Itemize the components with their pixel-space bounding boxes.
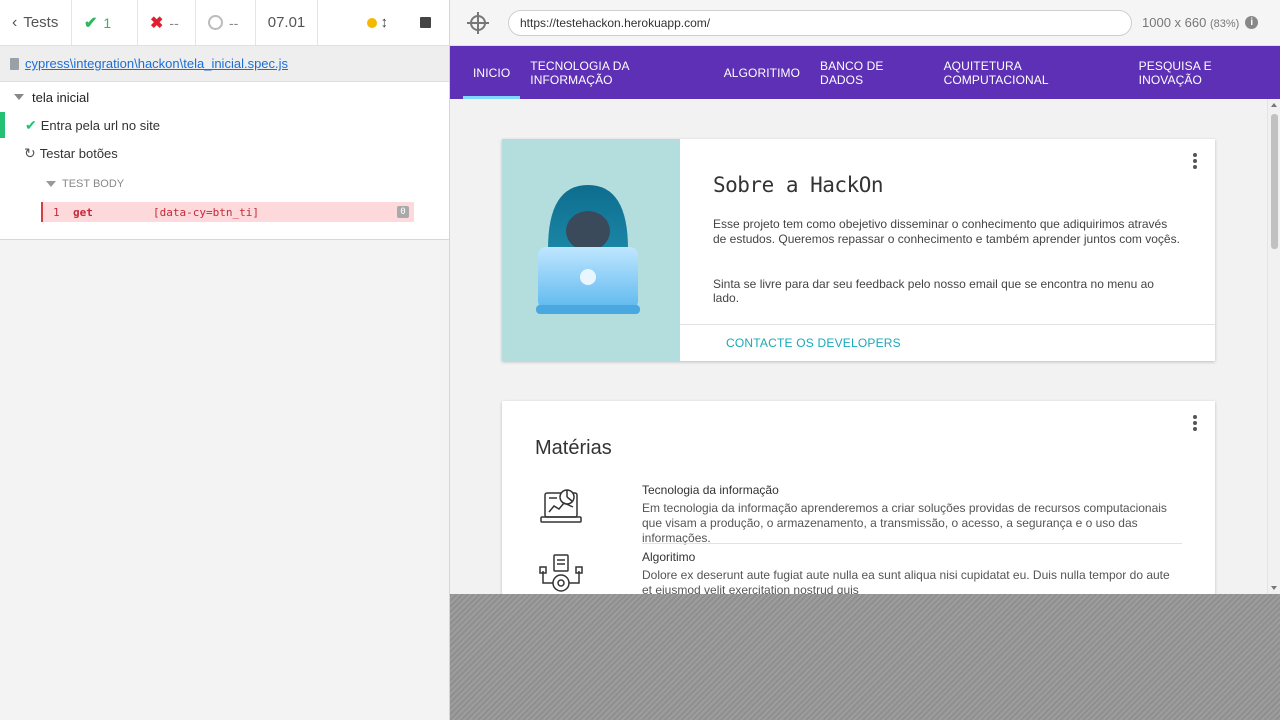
materias-card: Matérias Tecnologia da informação Em tec…: [502, 401, 1215, 594]
failed-count: --: [169, 14, 179, 31]
hacker-illustration-icon: [536, 185, 640, 314]
cypress-reporter: ‹ Tests ✔ 1 ✖ -- -- 07.01 ↕ cypress\inte…: [0, 0, 450, 720]
materia-item[interactable]: Algoritimo Dolore ex deserunt aute fugia…: [642, 550, 1182, 594]
running-indicator-icon: [366, 17, 377, 28]
aut-header: 1000 x 660 (83%) i: [450, 0, 1280, 46]
selector-playground-icon[interactable]: [467, 11, 489, 34]
command-message: [data-cy=btn_ti]: [153, 205, 259, 219]
pending-count: --: [229, 14, 239, 31]
info-icon[interactable]: i: [1245, 16, 1259, 29]
check-icon: ✔: [84, 14, 98, 32]
scroll-down-icon[interactable]: [1271, 586, 1277, 590]
nav-algoritimo[interactable]: ALGORITIMO: [714, 46, 810, 99]
divider: [680, 324, 1215, 325]
spec-bar: cypress\integration\hackon\tela_inicial.…: [0, 46, 449, 82]
scroll-up-icon[interactable]: [1271, 103, 1277, 107]
materia-title: Algoritimo: [642, 550, 696, 564]
viewport-size: 1000 x 660: [1142, 15, 1207, 30]
auto-scroll-icon[interactable]: ↕: [381, 14, 389, 31]
chevron-left-icon: ‹: [12, 13, 18, 31]
viewport-scale: (83%): [1209, 18, 1240, 30]
divider: [642, 543, 1182, 544]
nav-arquitetura[interactable]: AQUITETURA COMPUTACIONAL: [934, 46, 1129, 99]
about-media: [502, 139, 680, 361]
test-row-passed[interactable]: ✔ Entra pela url no site: [0, 112, 449, 138]
nav-tecnologia[interactable]: TECNOLOGIA DA INFORMAÇÃO: [520, 46, 713, 99]
about-paragraph: Sinta se livre para dar seu feedback pel…: [713, 277, 1154, 305]
element-count-badge: 0: [397, 206, 409, 218]
suite-row[interactable]: tela inicial: [14, 87, 89, 107]
analytics-laptop-icon: [540, 489, 582, 523]
materia-title: Tecnologia da informação: [642, 483, 779, 497]
site-navbar: INICIO TECNOLOGIA DA INFORMAÇÃO ALGORITI…: [450, 46, 1280, 99]
runnable-list: tela inicial ✔ Entra pela url no site ↻ …: [0, 82, 449, 240]
algorithm-gear-icon: [539, 554, 583, 592]
scroll-thumb[interactable]: [1271, 114, 1278, 249]
about-card: Sobre a HackOn Esse projeto tem como obe…: [502, 139, 1215, 361]
file-icon: [10, 57, 19, 70]
x-icon: ✖: [150, 14, 164, 32]
site-scrollbar[interactable]: [1267, 99, 1280, 594]
passed-count: 1: [103, 14, 112, 31]
caret-down-icon: [14, 94, 24, 100]
nav-banco-dados[interactable]: BANCO DE DADOS: [810, 46, 934, 99]
materias-title: Matérias: [535, 437, 612, 459]
nav-inicio[interactable]: INICIO: [463, 46, 521, 99]
passed-state-bar: [0, 112, 5, 138]
viewport-info: 1000 x 660 (83%): [1142, 15, 1239, 30]
suite-title: tela inicial: [32, 89, 90, 105]
failed-stat[interactable]: ✖ --: [138, 0, 196, 45]
pending-circle-icon: [208, 15, 223, 30]
stop-icon[interactable]: [420, 17, 431, 28]
command-number: 1: [53, 205, 60, 219]
tests-label: Tests: [23, 14, 59, 31]
pending-stat[interactable]: --: [196, 0, 256, 45]
refresh-icon: ↻: [24, 144, 36, 161]
materia-description: Dolore ex deserunt aute fugiat aute null…: [642, 568, 1170, 594]
nav-pesquisa[interactable]: PESQUISA E INOVAÇÃO: [1129, 46, 1280, 99]
spec-path-link[interactable]: cypress\integration\hackon\tela_inicial.…: [25, 56, 288, 71]
command-name: get: [73, 205, 93, 219]
test-title: Entra pela url no site: [40, 117, 160, 133]
url-field[interactable]: [508, 9, 1132, 36]
more-vert-icon[interactable]: [1193, 153, 1197, 171]
run-controls: ↕: [318, 0, 449, 45]
test-row-running[interactable]: ↻ Testar botões: [24, 142, 118, 164]
contact-developers-button[interactable]: CONTACTE OS DEVELOPERS: [726, 336, 901, 350]
site-iframe: INICIO TECNOLOGIA DA INFORMAÇÃO ALGORITI…: [450, 46, 1280, 594]
duration: 07.01: [256, 0, 318, 45]
tests-button[interactable]: ‹ Tests: [0, 0, 72, 45]
test-title: Testar botões: [39, 145, 118, 161]
more-vert-icon[interactable]: [1193, 415, 1197, 433]
reporter-header: ‹ Tests ✔ 1 ✖ -- -- 07.01 ↕: [0, 0, 449, 46]
materia-description: Em tecnologia da informação aprenderemos…: [642, 501, 1167, 545]
about-paragraph: Esse projeto tem como obejetivo dissemin…: [713, 217, 1180, 246]
test-body-label: TEST BODY: [62, 178, 125, 190]
materia-item[interactable]: Tecnologia da informação Em tecnologia d…: [642, 483, 1182, 546]
app-under-test: 1000 x 660 (83%) i INICIO TECNOLOGIA DA …: [450, 0, 1280, 720]
about-title: Sobre a HackOn: [713, 173, 884, 197]
check-icon: ✔: [25, 116, 37, 133]
passed-stat[interactable]: ✔ 1: [72, 0, 138, 45]
command-row[interactable]: 1 get [data-cy=btn_ti] 0: [41, 202, 414, 222]
test-body-header[interactable]: TEST BODY: [46, 178, 124, 190]
caret-down-icon: [46, 181, 56, 187]
